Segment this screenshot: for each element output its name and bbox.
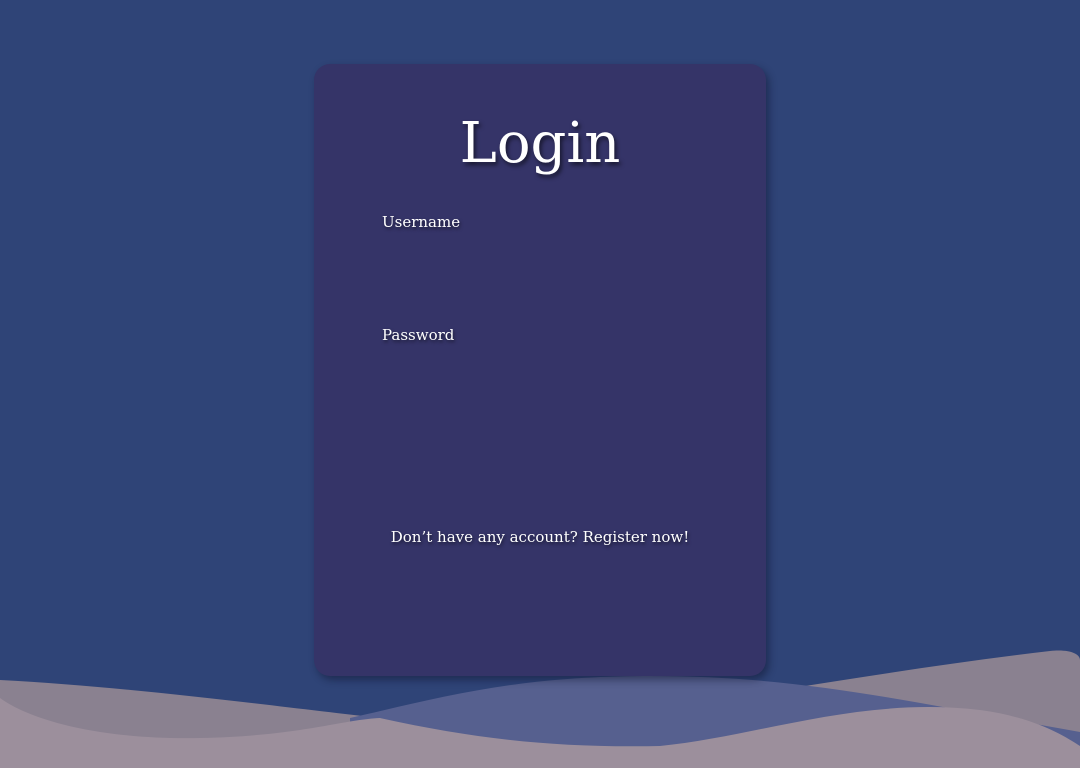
username-input[interactable] [382,236,698,270]
login-card: Login Username Password Don’t have any a… [314,64,766,676]
register-link[interactable]: Register now! [583,528,690,546]
login-page: Login Username Password Don’t have any a… [0,0,1080,768]
page-title: Login [459,111,621,176]
register-prompt: Don’t have any account? Register now! [314,527,766,547]
username-label: Username [382,213,461,231]
register-prompt-text: Don’t have any account? [390,528,578,546]
password-label: Password [382,326,455,344]
password-input[interactable] [382,349,698,383]
